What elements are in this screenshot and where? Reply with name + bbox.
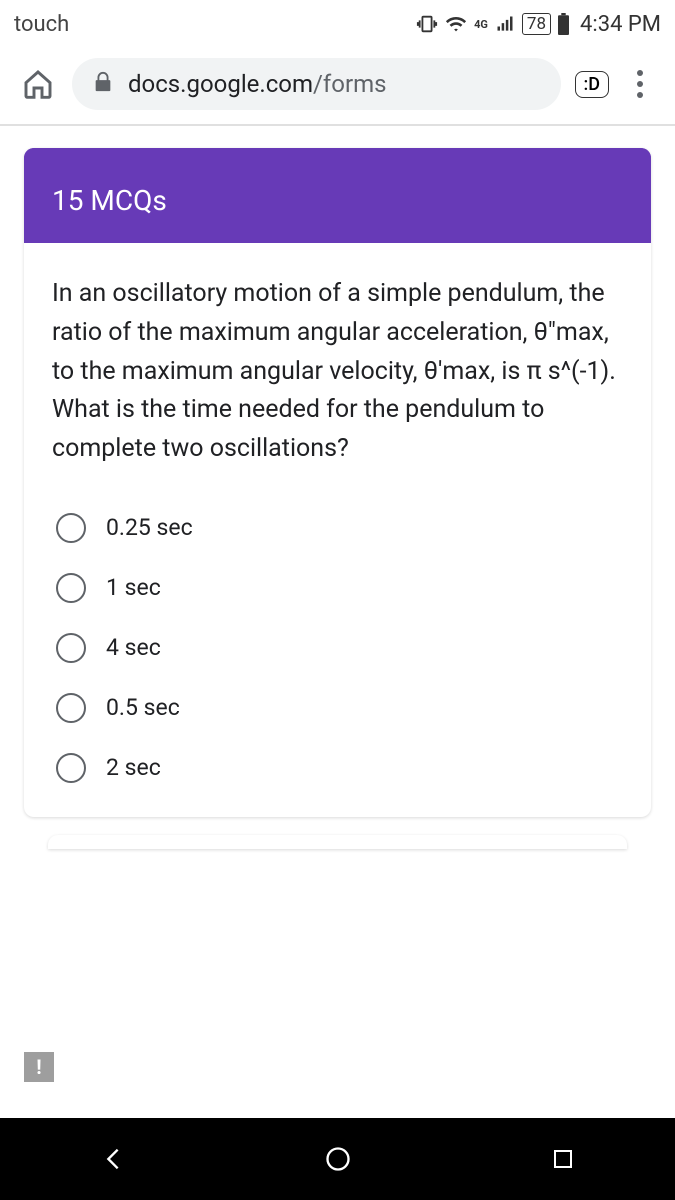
- content-area: 15 MCQs In an oscillatory motion of a si…: [0, 126, 675, 849]
- option-row[interactable]: 4 sec: [52, 621, 623, 675]
- home-button[interactable]: [18, 64, 58, 104]
- battery-bar-icon: [558, 13, 569, 35]
- url-path: /forms: [313, 70, 387, 98]
- signal-icon: [495, 14, 515, 34]
- card-body: In an oscillatory motion of a simple pen…: [24, 243, 651, 817]
- option-label: 4 sec: [106, 634, 161, 661]
- option-label: 0.25 sec: [106, 514, 193, 541]
- status-time: 4:34 PM: [580, 12, 661, 37]
- system-nav-bar: [0, 1118, 675, 1200]
- recent-apps-button[interactable]: [546, 1142, 580, 1176]
- question-text: In an oscillatory motion of a simple pen…: [52, 275, 623, 469]
- url-bar[interactable]: docs.google.com/forms: [72, 58, 561, 110]
- more-menu-button[interactable]: [623, 70, 657, 98]
- form-card: 15 MCQs In an oscillatory motion of a si…: [24, 148, 651, 817]
- option-row[interactable]: 0.25 sec: [52, 501, 623, 555]
- status-right: 4G 78 4:34 PM: [416, 12, 661, 37]
- option-row[interactable]: 2 sec: [52, 741, 623, 795]
- lock-icon: [92, 71, 114, 97]
- option-label: 0.5 sec: [106, 694, 180, 721]
- radio-icon: [56, 753, 86, 783]
- back-button[interactable]: [96, 1142, 130, 1176]
- radio-icon: [56, 513, 86, 543]
- status-bar: touch 4G 78 4:34 PM: [0, 0, 675, 48]
- battery-icon: 78: [522, 13, 551, 35]
- alert-badge[interactable]: !: [24, 1052, 54, 1082]
- tab-badge[interactable]: :D: [575, 71, 610, 98]
- wifi-icon: [445, 13, 467, 35]
- network-label: 4G: [474, 18, 488, 31]
- url-host: docs.google.com: [128, 70, 313, 98]
- options-group: 0.25 sec 1 sec 4 sec 0.5 sec 2 sec: [52, 501, 623, 795]
- radio-icon: [56, 573, 86, 603]
- radio-icon: [56, 693, 86, 723]
- card-header-title: 15 MCQs: [52, 184, 623, 217]
- url-text: docs.google.com/forms: [128, 70, 387, 98]
- option-label: 1 sec: [106, 574, 161, 601]
- option-row[interactable]: 0.5 sec: [52, 681, 623, 735]
- radio-icon: [56, 633, 86, 663]
- option-label: 2 sec: [106, 754, 161, 781]
- home-nav-button[interactable]: [321, 1142, 355, 1176]
- card-header: 15 MCQs: [24, 148, 651, 243]
- option-row[interactable]: 1 sec: [52, 561, 623, 615]
- vibrate-icon: [416, 13, 438, 35]
- status-carrier: touch: [14, 12, 69, 37]
- browser-toolbar: docs.google.com/forms :D: [0, 48, 675, 124]
- next-card-edge: [48, 835, 627, 849]
